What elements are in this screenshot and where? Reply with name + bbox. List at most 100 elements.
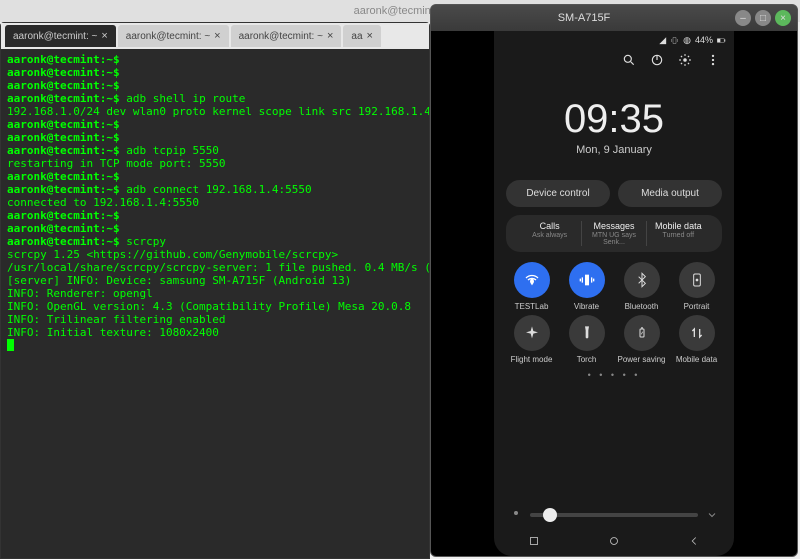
android-status-bar: ◢ ◍ 44% bbox=[494, 31, 734, 49]
tab-label: aaronk@tecmint: ~ bbox=[239, 31, 323, 42]
info-title: Messages bbox=[584, 221, 643, 231]
qs-tile-vibrate[interactable]: Vibrate bbox=[561, 262, 612, 311]
tab-label: aa bbox=[351, 31, 362, 42]
qs-tile-label: Bluetooth bbox=[616, 302, 667, 311]
power-icon[interactable] bbox=[650, 53, 664, 67]
pill-row: Device control Media output bbox=[494, 180, 734, 207]
qs-tile-label: Flight mode bbox=[506, 355, 557, 364]
page-dots: • • • • • bbox=[494, 370, 734, 380]
window-close-button[interactable]: × bbox=[775, 10, 791, 26]
qs-header bbox=[494, 49, 734, 75]
terminal-tab[interactable]: aaronk@tecmint: ~ × bbox=[231, 25, 342, 47]
bluetooth-icon bbox=[624, 262, 660, 298]
terminal-line: INFO: Trilinear filtering enabled bbox=[7, 313, 423, 326]
terminal-line: INFO: OpenGL version: 4.3 (Compatibility… bbox=[7, 300, 423, 313]
info-row[interactable]: CallsAsk alwaysMessagesMTN UG says Senk.… bbox=[506, 215, 722, 252]
terminal-line: aaronk@tecmint:~$ adb tcpip 5550 bbox=[7, 144, 423, 157]
settings-icon[interactable] bbox=[678, 53, 692, 67]
wifi-status-icon: ◍ bbox=[683, 35, 691, 46]
qs-tile-label: TESTLab bbox=[506, 302, 557, 311]
qs-tile-label: Vibrate bbox=[561, 302, 612, 311]
phone-screen[interactable]: ◢ ◍ 44% 09:35 Mon, 9 January Device cont… bbox=[494, 31, 734, 556]
info-cell[interactable]: Mobile dataTurned off bbox=[647, 215, 710, 252]
terminal-line: aaronk@tecmint:~$ bbox=[7, 118, 423, 131]
clock-date: Mon, 9 January bbox=[494, 144, 734, 156]
qs-tile-bluetooth[interactable]: Bluetooth bbox=[616, 262, 667, 311]
torch-icon bbox=[569, 315, 605, 351]
qs-tile-torch[interactable]: Torch bbox=[561, 315, 612, 364]
home-button[interactable] bbox=[607, 534, 621, 548]
terminal-line: aaronk@tecmint:~$ bbox=[7, 209, 423, 222]
power-icon bbox=[624, 315, 660, 351]
signal-icon: ◢ bbox=[659, 35, 666, 46]
qs-tile-mobiledata[interactable]: Mobile data bbox=[671, 315, 722, 364]
vibrate-status-icon bbox=[670, 36, 679, 45]
terminal-line: aaronk@tecmint:~$ bbox=[7, 131, 423, 144]
qs-tile-wifi[interactable]: TESTLab bbox=[506, 262, 557, 311]
terminal-line: INFO: Renderer: opengl bbox=[7, 287, 423, 300]
info-subtitle: Ask always bbox=[520, 232, 579, 239]
scrcpy-window: SM-A715F – □ × ◢ ◍ 44% 09:35 Mon, 9 Janu… bbox=[430, 4, 798, 557]
back-button[interactable] bbox=[687, 534, 701, 548]
qs-pill[interactable]: Device control bbox=[506, 180, 610, 207]
window-maximize-button[interactable]: □ bbox=[755, 10, 771, 26]
tab-label: aaronk@tecmint: ~ bbox=[13, 31, 97, 42]
portrait-icon bbox=[679, 262, 715, 298]
window-minimize-button[interactable]: – bbox=[735, 10, 751, 26]
tab-close-icon[interactable]: × bbox=[367, 30, 373, 42]
terminal-line: connected to 192.168.1.4:5550 bbox=[7, 196, 423, 209]
mobiledata-icon bbox=[679, 315, 715, 351]
clock-block: 09:35 Mon, 9 January bbox=[494, 97, 734, 156]
scrcpy-titlebar[interactable]: SM-A715F – □ × bbox=[431, 5, 797, 31]
info-cell[interactable]: MessagesMTN UG says Senk... bbox=[582, 215, 645, 252]
terminal-tab[interactable]: aaronk@tecmint: ~ × bbox=[118, 25, 229, 47]
qs-tile-airplane[interactable]: Flight mode bbox=[506, 315, 557, 364]
brightness-slider[interactable] bbox=[494, 498, 734, 528]
terminal-tab[interactable]: aa × bbox=[343, 25, 381, 47]
wifi-icon bbox=[514, 262, 550, 298]
terminal-line: INFO: Initial texture: 1080x2400 bbox=[7, 326, 423, 339]
qs-tile-power[interactable]: Power saving bbox=[616, 315, 667, 364]
terminal-tabbar: aaronk@tecmint: ~ ×aaronk@tecmint: ~ ×aa… bbox=[1, 23, 429, 49]
terminal-line: /usr/local/share/scrcpy/scrcpy-server: 1… bbox=[7, 261, 423, 274]
brightness-low-icon bbox=[510, 506, 522, 524]
tab-close-icon[interactable]: × bbox=[327, 30, 333, 42]
brightness-thumb[interactable] bbox=[543, 508, 557, 522]
terminal-line: aaronk@tecmint:~$ bbox=[7, 66, 423, 79]
tab-close-icon[interactable]: × bbox=[101, 30, 107, 42]
terminal-line: restarting in TCP mode port: 5550 bbox=[7, 157, 423, 170]
brightness-expand-icon[interactable] bbox=[706, 509, 718, 521]
info-title: Calls bbox=[520, 221, 579, 231]
terminal-body[interactable]: aaronk@tecmint:~$ aaronk@tecmint:~$ aaro… bbox=[1, 49, 429, 558]
terminal-line: aaronk@tecmint:~$ bbox=[7, 79, 423, 92]
terminal-line: [server] INFO: Device: samsung SM-A715F … bbox=[7, 274, 423, 287]
scrcpy-title: SM-A715F bbox=[437, 12, 731, 24]
clock-time: 09:35 bbox=[494, 97, 734, 142]
qs-pill[interactable]: Media output bbox=[618, 180, 722, 207]
qs-tile-label: Portrait bbox=[671, 302, 722, 311]
qs-tile-portrait[interactable]: Portrait bbox=[671, 262, 722, 311]
terminal-line: aaronk@tecmint:~$ bbox=[7, 53, 423, 66]
terminal-line: 192.168.1.0/24 dev wlan0 proto kernel sc… bbox=[7, 105, 423, 118]
terminal-line: aaronk@tecmint:~$ adb shell ip route bbox=[7, 92, 423, 105]
info-title: Mobile data bbox=[649, 221, 708, 231]
recents-button[interactable] bbox=[527, 534, 541, 548]
qs-grid: TESTLab Vibrate Bluetooth Portrait Flight mo… bbox=[494, 252, 734, 368]
brightness-track[interactable] bbox=[530, 513, 698, 517]
android-navbar bbox=[494, 528, 734, 556]
vibrate-icon bbox=[569, 262, 605, 298]
terminal-line: aaronk@tecmint:~$ bbox=[7, 222, 423, 235]
tab-label: aaronk@tecmint: ~ bbox=[126, 31, 210, 42]
terminal-tab[interactable]: aaronk@tecmint: ~ × bbox=[5, 25, 116, 47]
phone-content: ◢ ◍ 44% 09:35 Mon, 9 January Device cont… bbox=[431, 31, 797, 556]
info-subtitle: Turned off bbox=[649, 232, 708, 239]
more-icon[interactable] bbox=[706, 53, 720, 67]
qs-tile-label: Power saving bbox=[616, 355, 667, 364]
airplane-icon bbox=[514, 315, 550, 351]
tab-close-icon[interactable]: × bbox=[214, 30, 220, 42]
qs-tile-label: Torch bbox=[561, 355, 612, 364]
search-icon[interactable] bbox=[622, 53, 636, 67]
info-subtitle: MTN UG says Senk... bbox=[584, 232, 643, 246]
qs-tile-label: Mobile data bbox=[671, 355, 722, 364]
info-cell[interactable]: CallsAsk always bbox=[518, 215, 581, 252]
